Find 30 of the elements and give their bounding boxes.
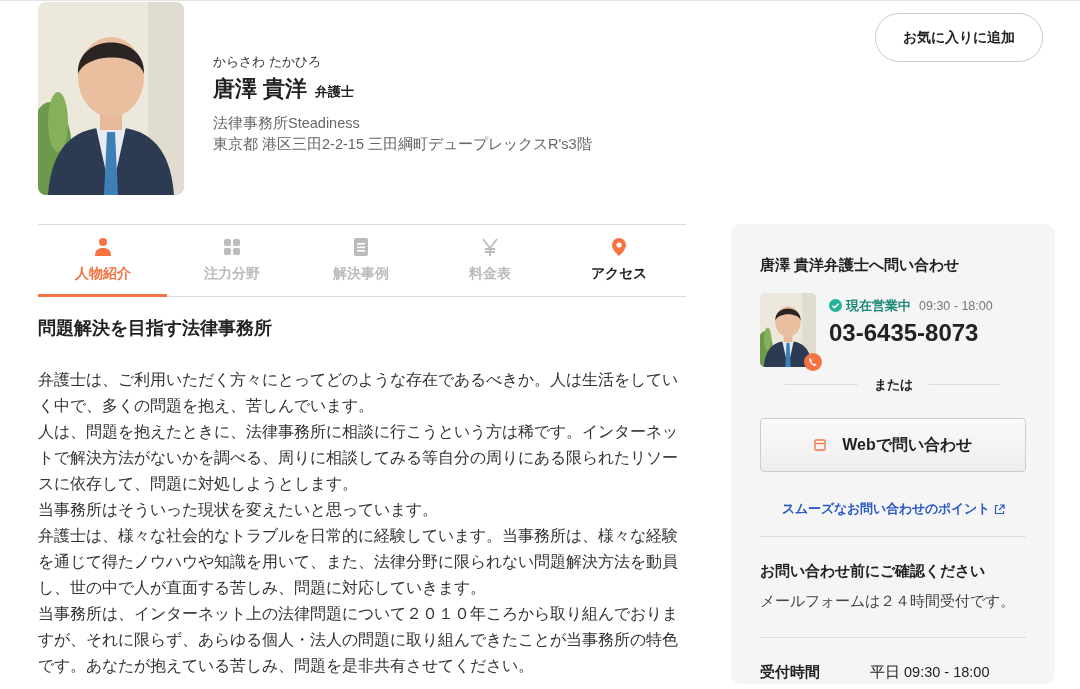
lawyer-title: 弁護士 — [315, 82, 355, 101]
reception-hours: 平日 09:30 - 18:00 — [870, 662, 990, 682]
phone-number[interactable]: 03-6435-8073 — [829, 315, 993, 352]
paragraph: 当事務所はそういった現状を変えたいと思っています。 — [38, 499, 439, 520]
name-reading: からさわ たかひろ — [213, 53, 322, 71]
or-divider-text: または — [873, 375, 913, 394]
contact-heading: 唐澤 貴洋弁護士へ問い合わせ — [760, 255, 961, 275]
web-inquiry-button[interactable]: Webで問い合わせ — [760, 418, 1026, 472]
business-status: 現在営業中 — [846, 297, 911, 315]
reception-label: 受付時間 — [760, 662, 820, 682]
tab[interactable]: アクセス — [554, 225, 683, 297]
external-link-icon — [993, 504, 1005, 516]
paragraph: 当事務所は、インターネット上の法律問題について２０１０年ころから取り組んでおりますが、それに限らず、あらゆる個人・法人の問題に取り組んできたことが当事務所の特色です。あなたが抱えている苦しみ、問題を是非共有させてください。 — [38, 603, 679, 676]
form-icon — [814, 439, 827, 451]
business-hours: 09:30 - 18:00 — [919, 297, 993, 315]
phone-icon — [804, 352, 822, 371]
yen-icon — [479, 237, 500, 257]
paragraph: 弁護士は、ご利用いただく方々にとってどのような存在であるべきか。人は生活をしていく中で、多くの問題を抱え、苦しんでいます。 — [38, 369, 679, 416]
tips-link[interactable]: スムーズなお問い合わせのポイント — [781, 502, 1005, 516]
person-icon — [92, 237, 113, 257]
notice-text: メールフォームは２４時間受付です。 — [760, 591, 1016, 611]
section-heading: 問題解決を目指す法律事務所 — [38, 317, 273, 340]
paragraph: 人は、問題を抱えたときに、法律事務所に相談に行こうという方は稀です。インターネットで解決方法がないかを調べる、周りに相談してみる等自分の周りにある限られたリソースに依存して、問題に対処しようとします。 — [38, 421, 679, 494]
office-name: 法律事務所Steadiness — [213, 113, 361, 133]
paragraph: 弁護士は、様々な社会的なトラブルを日常的に経験しています。当事務所は、様々な経験を通じて得たノウハウや知識を用いて、また、法律分野に限られない問題解決方法を動員し、世の中で人が直面する苦しみ、問題に対応していきます。 — [38, 525, 679, 598]
favorite-button[interactable]: お気に入りに追加 — [875, 13, 1043, 62]
lawyer-name: 唐澤 貴洋 — [213, 74, 308, 103]
notice-heading: お問い合わせ前にご確認ください — [760, 562, 986, 581]
grid-icon — [221, 237, 242, 257]
office-address: 東京都 港区三田2-2-15 三田綱町デュープレックスR's3階 — [213, 134, 592, 154]
